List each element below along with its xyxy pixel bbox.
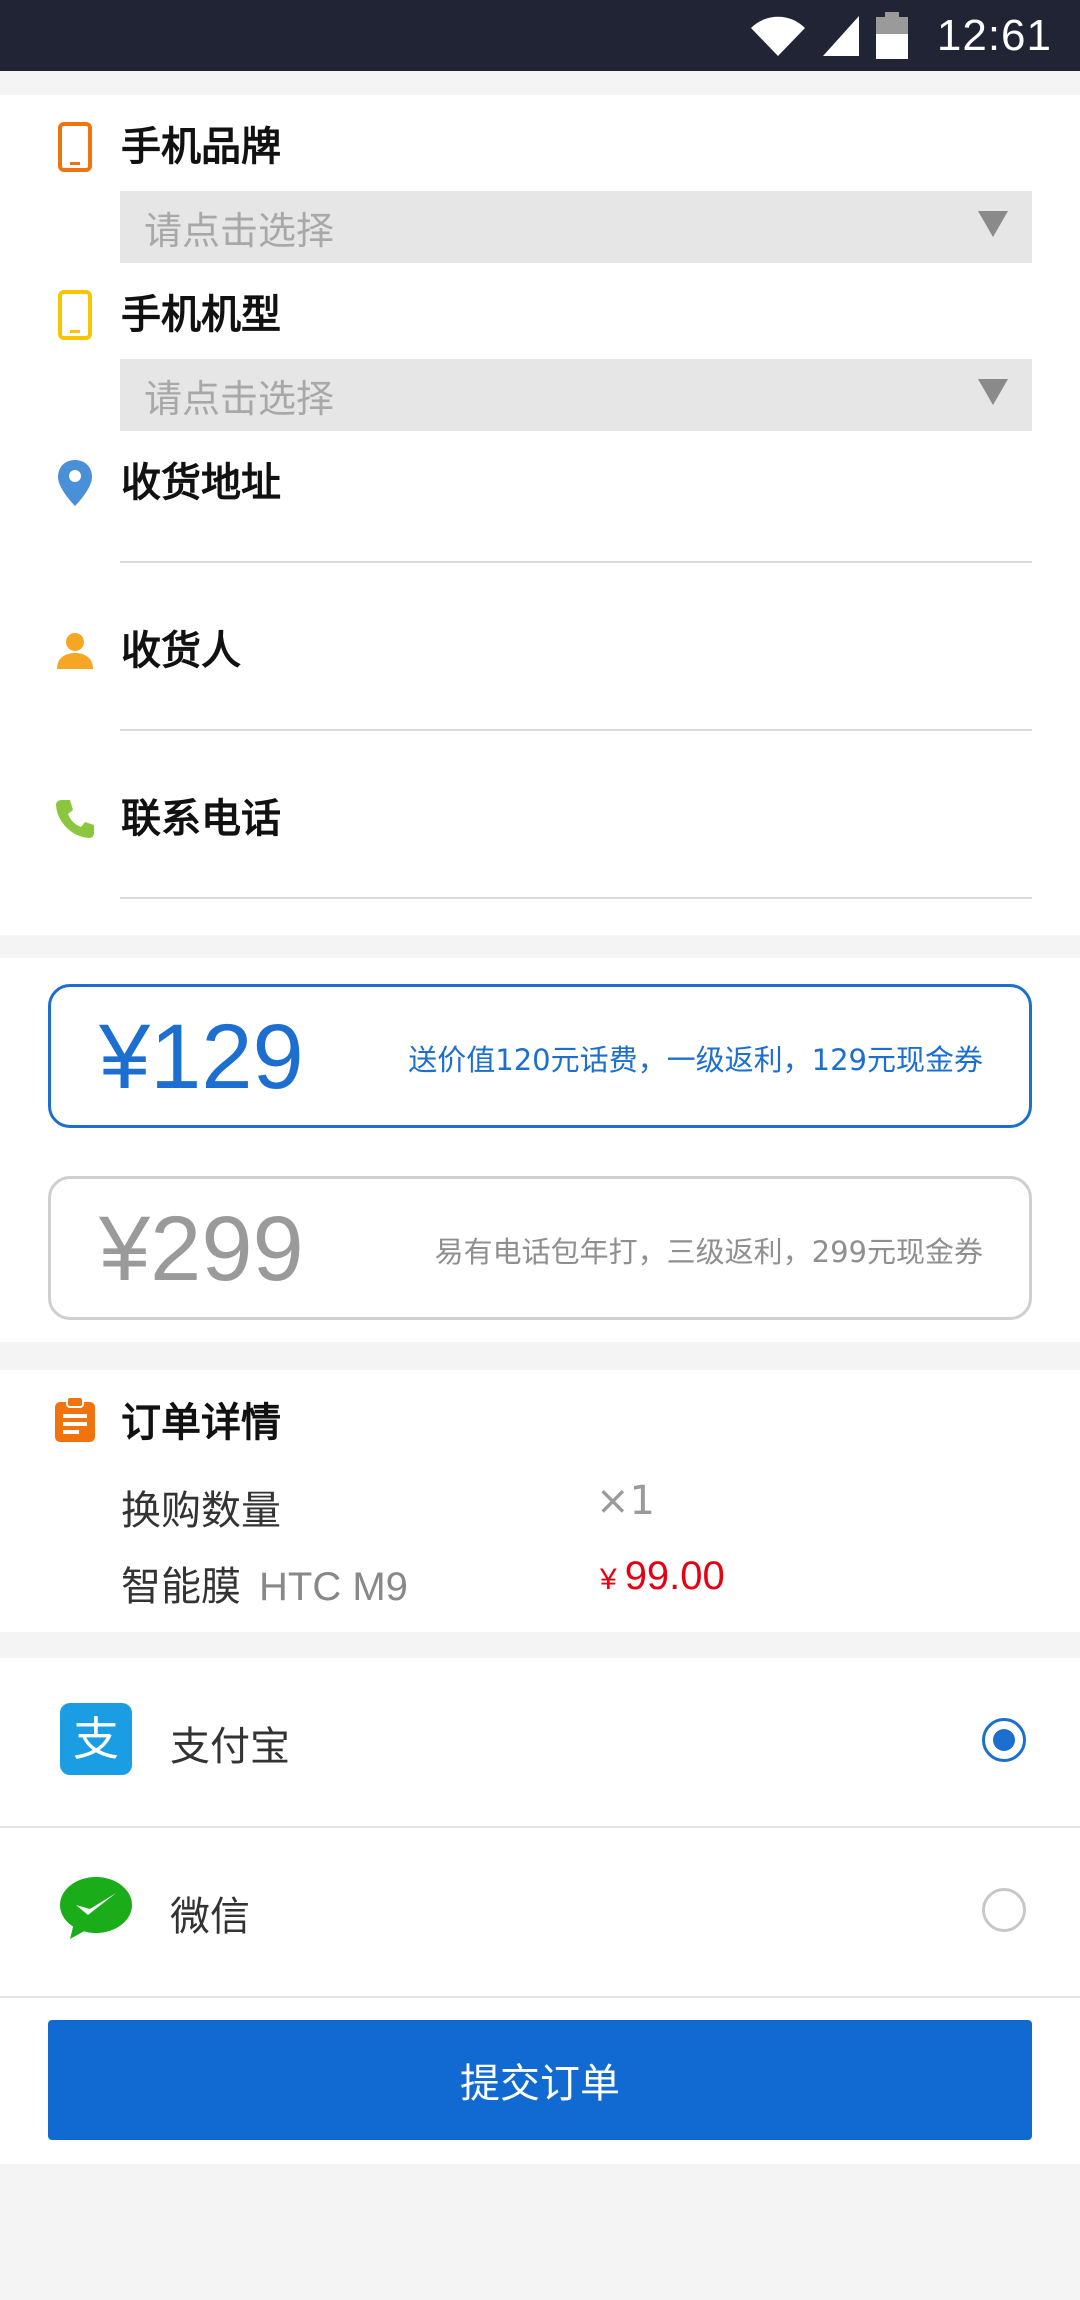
order-details: 订单详情 换购数量 ×1 智能膜 HTC M9 ¥99.00 [0, 1370, 1080, 1632]
status-bar: 12:61 [0, 0, 1080, 71]
brand-placeholder: 请点击选择 [144, 208, 335, 253]
clock: 12:61 [936, 10, 1052, 60]
payment-panel: 支 支付宝 微信 提交订单 [0, 1658, 1080, 2164]
wechat-label: 微信 [170, 1894, 250, 1940]
clipboard-icon [53, 1396, 97, 1448]
plan-description: 易有电话包年打，三级返利，299元现金券 [434, 1235, 983, 1269]
plan-description: 送价值120元话费，一级返利，129元现金券 [408, 1043, 983, 1077]
plan-options: ¥129 送价值120元话费，一级返利，129元现金券 ¥299 易有电话包年打… [0, 958, 1080, 1342]
order-title: 订单详情 [121, 1400, 281, 1446]
recipient-underline [120, 729, 1032, 731]
plan-card-299[interactable]: ¥299 易有电话包年打，三级返利，299元现金券 [48, 1176, 1032, 1320]
order-form: 手机品牌 请点击选择 手机机型 请点击选择 收货地址 收货人 联系电话 [0, 95, 1080, 935]
telephone-icon [54, 791, 96, 847]
person-icon [54, 623, 96, 679]
item-row: 智能膜 HTC M9 [121, 1554, 408, 1612]
alipay-label: 支付宝 [170, 1724, 290, 1770]
phone-label: 联系电话 [121, 796, 281, 842]
battery-icon [875, 11, 909, 60]
location-pin-icon [54, 455, 96, 511]
quantity-value: ×1 [596, 1478, 655, 1524]
alipay-radio[interactable] [982, 1718, 1026, 1762]
item-model: HTC M9 [259, 1565, 408, 1609]
alipay-icon: 支 [60, 1703, 132, 1775]
dropdown-arrow-icon [978, 379, 1008, 409]
phone-underline [120, 897, 1032, 899]
wifi-icon [749, 14, 807, 58]
address-underline [120, 561, 1032, 563]
divider [0, 1996, 1080, 1998]
plan-price: ¥129 [99, 1006, 304, 1108]
model-label: 手机机型 [121, 292, 281, 338]
model-placeholder: 请点击选择 [144, 376, 335, 421]
payment-option-wechat[interactable]: 微信 [0, 1828, 1080, 1996]
wechat-icon [60, 1873, 132, 1945]
brand-label: 手机品牌 [121, 124, 281, 170]
phone-yellow-icon [54, 287, 96, 343]
model-select[interactable]: 请点击选择 [120, 359, 1032, 431]
wechat-radio[interactable] [982, 1888, 1026, 1932]
signal-icon [821, 14, 861, 58]
quantity-label: 换购数量 [121, 1488, 281, 1534]
item-price: ¥99.00 [600, 1554, 725, 1599]
svg-text:支: 支 [73, 1712, 119, 1766]
payment-option-alipay[interactable]: 支 支付宝 [0, 1658, 1080, 1826]
item-price-value: 99.00 [624, 1554, 725, 1598]
brand-select[interactable]: 请点击选择 [120, 191, 1032, 263]
plan-card-129[interactable]: ¥129 送价值120元话费，一级返利，129元现金券 [48, 984, 1032, 1128]
address-label: 收货地址 [121, 460, 281, 506]
item-label: 智能膜 [121, 1564, 241, 1610]
plan-price: ¥299 [99, 1198, 304, 1300]
recipient-label: 收货人 [121, 628, 241, 674]
phone-orange-icon [54, 119, 96, 175]
currency-symbol: ¥ [600, 1563, 617, 1596]
dropdown-arrow-icon [978, 211, 1008, 241]
submit-order-button[interactable]: 提交订单 [48, 2020, 1032, 2140]
